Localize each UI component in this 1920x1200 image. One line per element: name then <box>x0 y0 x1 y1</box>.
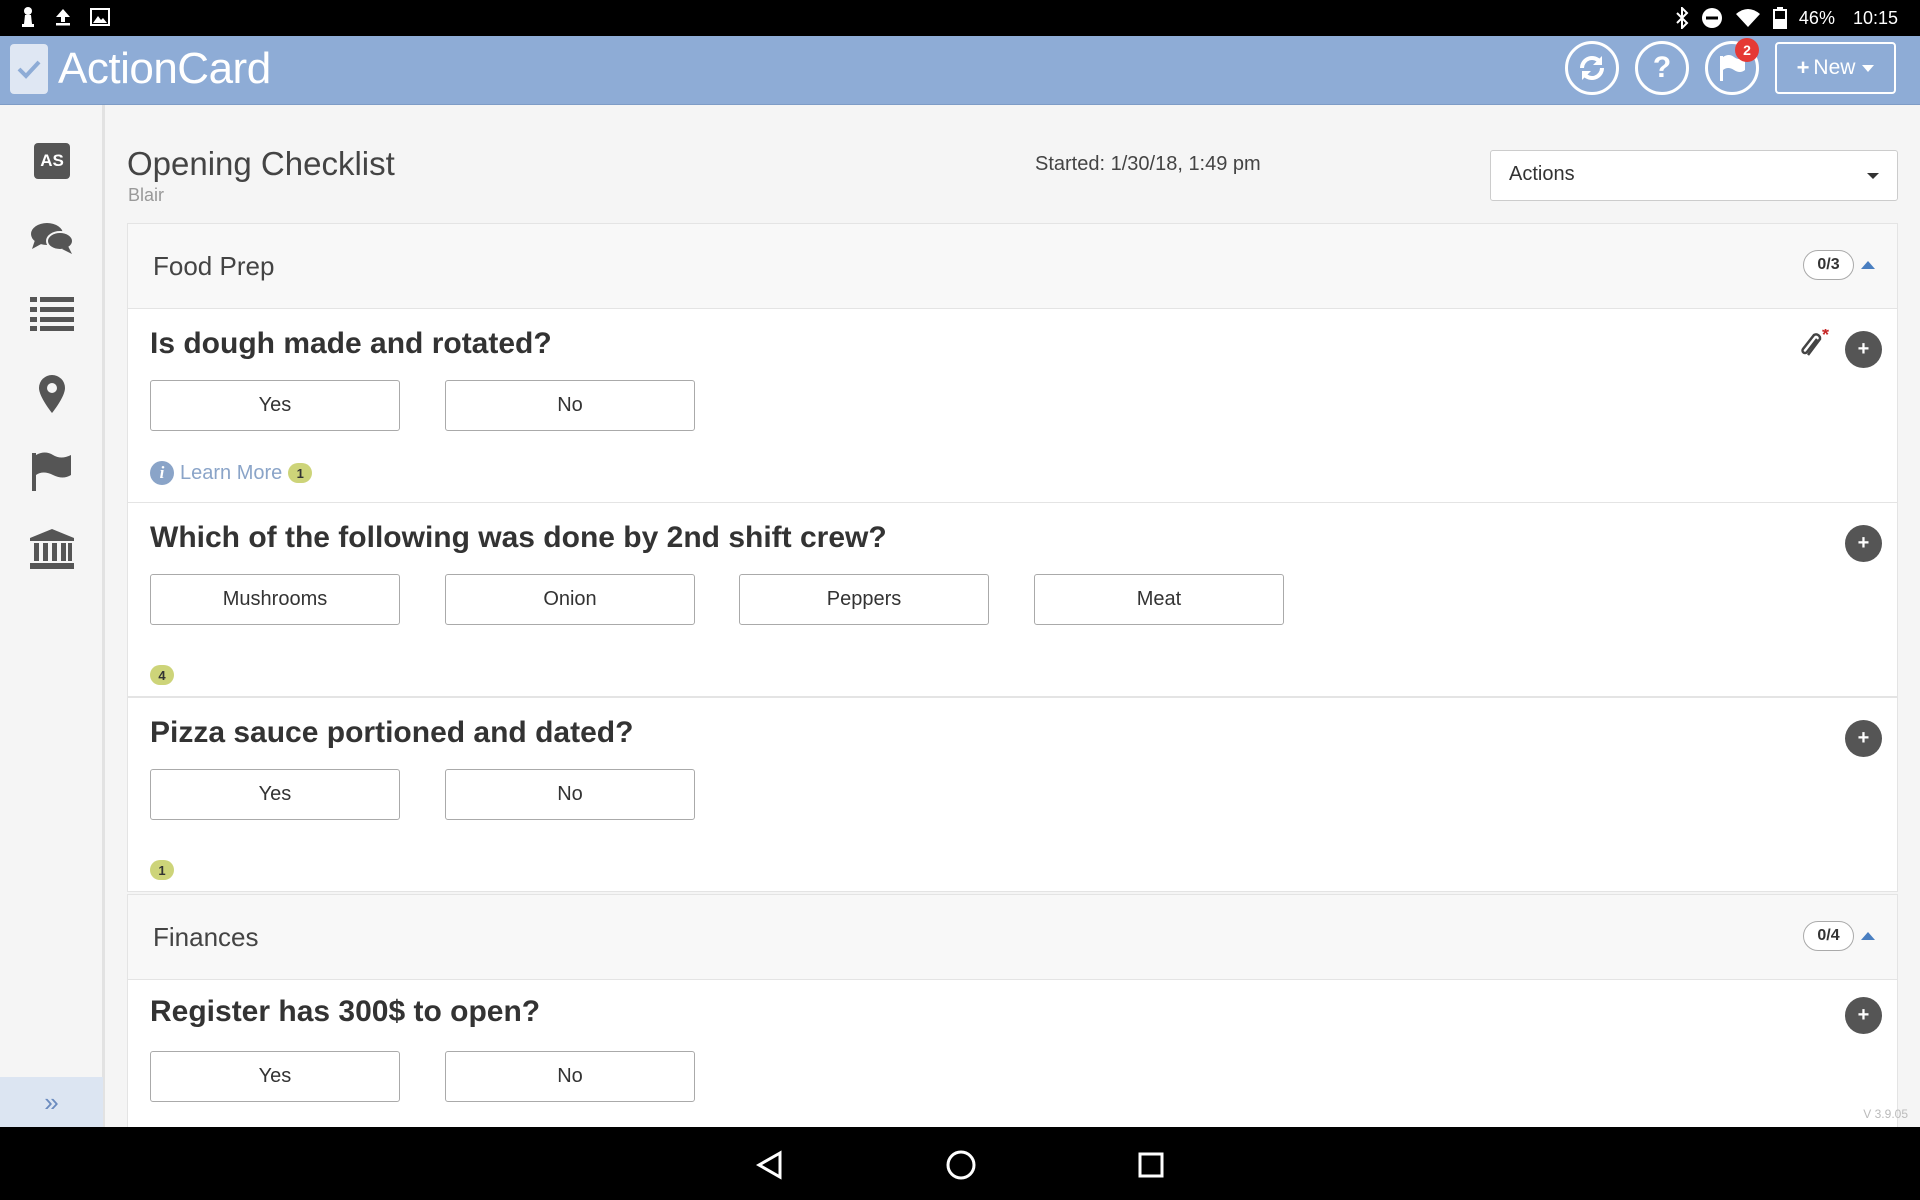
page-subtitle: Blair <box>128 185 165 205</box>
section-progress-badge: 0/3 <box>1803 250 1854 280</box>
question-card: Is dough made and rotated? * + Yes No i … <box>127 308 1898 503</box>
home-button[interactable] <box>941 1145 981 1185</box>
battery-icon <box>1772 7 1787 29</box>
sync-button[interactable] <box>1565 41 1619 95</box>
plus-icon: + <box>1857 1004 1870 1026</box>
answer-option-yes[interactable]: Yes <box>150 769 400 820</box>
answer-option-meat[interactable]: Meat <box>1034 574 1284 625</box>
plus-icon: + <box>1796 55 1810 80</box>
map-pin-icon <box>39 375 65 413</box>
main-content: Opening Checklist Blair Started: 1/30/18… <box>105 105 1920 1127</box>
svg-text:*: * <box>1822 329 1829 345</box>
caret-down-icon <box>1862 64 1875 72</box>
answer-option-yes[interactable]: Yes <box>150 1051 400 1102</box>
recents-square-icon <box>1138 1152 1164 1178</box>
battery-percent: 46% <box>1798 7 1835 28</box>
question-icon: ? <box>1652 51 1672 84</box>
chat-icon <box>31 223 74 254</box>
actions-dropdown-label: Actions <box>1509 163 1575 185</box>
clock: 10:15 <box>1852 7 1898 28</box>
checkmark-icon <box>10 44 48 94</box>
info-icon: i <box>150 461 174 485</box>
sidebar-item-checklists[interactable] <box>28 290 76 338</box>
app-version: V 3.9.05 <box>1863 1107 1908 1121</box>
add-note-button[interactable]: + <box>1845 997 1882 1034</box>
help-button[interactable]: ? <box>1635 41 1689 95</box>
do-not-disturb-icon <box>1701 7 1723 29</box>
refresh-icon <box>1580 56 1604 80</box>
android-status-bar: 46% 10:15 <box>0 0 1920 36</box>
sidebar-item-profile[interactable]: AS <box>28 137 76 185</box>
plus-icon: + <box>1857 727 1870 749</box>
answer-option-no[interactable]: No <box>445 380 695 431</box>
new-button-label: New <box>1813 56 1856 79</box>
back-button[interactable] <box>750 1145 790 1185</box>
section-title: Food Prep <box>153 251 275 281</box>
back-triangle-icon <box>755 1150 782 1180</box>
notification-badge: 2 <box>1735 38 1759 62</box>
answer-option-no[interactable]: No <box>445 769 695 820</box>
question-card: Pizza sauce portioned and dated? + Yes N… <box>127 697 1898 892</box>
attachment-required-icon[interactable]: * <box>1800 325 1834 364</box>
learn-more-label: Learn More <box>180 461 283 484</box>
app-logo[interactable]: ActionCard <box>10 44 271 94</box>
upload-icon <box>54 8 72 26</box>
section-header-finances[interactable]: Finances 0/4 <box>127 894 1898 980</box>
collapse-caret-icon[interactable] <box>1861 932 1875 940</box>
home-circle-icon <box>946 1150 976 1180</box>
list-icon <box>30 297 74 331</box>
bank-icon <box>30 529 74 569</box>
app-header: ActionCard ? 2 + New <box>0 36 1920 105</box>
page-title: Opening Checklist <box>127 145 395 182</box>
caret-down-icon <box>1867 173 1879 179</box>
question-text: Which of the following was done by 2nd s… <box>150 521 887 554</box>
question-card: Which of the following was done by 2nd s… <box>127 502 1898 697</box>
section-header-food-prep[interactable]: Food Prep 0/3 <box>127 223 1898 309</box>
section-progress-badge: 0/4 <box>1803 921 1854 951</box>
new-button[interactable]: + New <box>1775 42 1896 94</box>
bluetooth-icon <box>1675 7 1689 29</box>
learn-more-link[interactable]: i Learn More 1 <box>150 461 313 485</box>
question-text: Register has 300$ to open? <box>150 995 541 1028</box>
answer-option-peppers[interactable]: Peppers <box>739 574 989 625</box>
sidebar-item-organization[interactable] <box>28 525 76 573</box>
chess-pawn-icon <box>20 6 36 28</box>
actions-dropdown[interactable]: Actions <box>1490 150 1898 201</box>
sidebar-item-messages[interactable] <box>28 215 76 263</box>
section-title: Finances <box>153 922 259 952</box>
app-name: ActionCard <box>58 44 271 93</box>
add-note-button[interactable]: + <box>1845 331 1882 368</box>
sidebar-expand-button[interactable]: » <box>0 1077 103 1127</box>
add-note-button[interactable]: + <box>1845 525 1882 562</box>
double-chevron-right-icon: » <box>44 1086 59 1117</box>
wifi-icon <box>1735 8 1761 28</box>
notifications-button[interactable]: 2 <box>1705 38 1759 95</box>
answer-option-mushrooms[interactable]: Mushrooms <box>150 574 400 625</box>
avatar: AS <box>34 143 70 179</box>
add-note-button[interactable]: + <box>1845 720 1882 757</box>
sidebar-item-locations[interactable] <box>28 370 76 418</box>
android-nav-bar <box>0 1127 1920 1200</box>
plus-icon: + <box>1857 532 1870 554</box>
comment-count-badge[interactable]: 4 <box>150 665 174 685</box>
sidebar: AS » <box>0 105 105 1127</box>
question-text: Pizza sauce portioned and dated? <box>150 716 634 749</box>
plus-icon: + <box>1857 338 1870 360</box>
answer-option-yes[interactable]: Yes <box>150 380 400 431</box>
question-card: Register has 300$ to open? + Yes No <box>127 979 1898 1127</box>
image-icon <box>90 8 110 26</box>
learn-more-count-badge: 1 <box>288 463 313 483</box>
answer-option-no[interactable]: No <box>445 1051 695 1102</box>
recents-button[interactable] <box>1131 1145 1171 1185</box>
collapse-caret-icon[interactable] <box>1861 261 1875 269</box>
flag-icon <box>32 452 71 491</box>
comment-count-badge[interactable]: 1 <box>150 860 174 880</box>
sidebar-item-flags[interactable] <box>28 447 76 495</box>
answer-option-onion[interactable]: Onion <box>445 574 695 625</box>
started-timestamp: Started: 1/30/18, 1:49 pm <box>1035 153 1261 175</box>
question-text: Is dough made and rotated? <box>150 327 552 360</box>
